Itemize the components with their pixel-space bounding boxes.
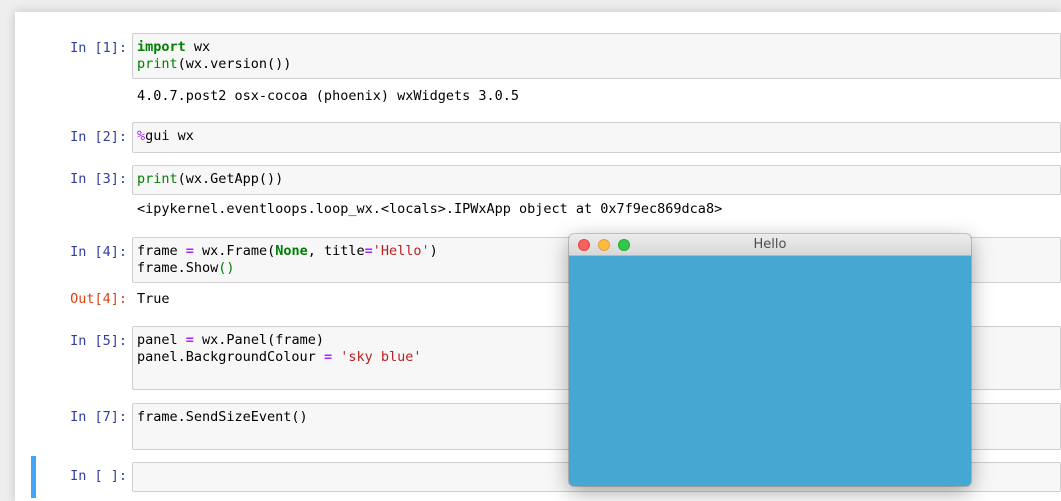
builtin-token: print xyxy=(137,56,178,72)
sky-blue-panel xyxy=(569,256,971,486)
cell-2-code-editor[interactable]: %gui wx xyxy=(132,122,1061,153)
cell-5-input-prompt: In [5]: xyxy=(70,333,127,349)
cell-1-input-prompt: In [1]: xyxy=(70,40,127,56)
operator-token: = xyxy=(364,243,373,259)
cell-4-output-prompt: Out[4]: xyxy=(70,291,127,307)
wx-frame-window[interactable]: Hello xyxy=(569,234,971,486)
close-button[interactable] xyxy=(578,239,590,251)
cell-3-input-prompt: In [3]: xyxy=(70,171,127,187)
operator-token: = xyxy=(323,349,333,365)
cell-3-output: <ipykernel.eventloops.loop_wx.<locals>.I… xyxy=(137,201,723,217)
cell-3-code-editor[interactable]: print(wx.GetApp()) xyxy=(132,165,1061,195)
cell-4-input-prompt: In [4]: xyxy=(70,244,127,260)
empty-cell-input-prompt: In [ ]: xyxy=(70,468,127,484)
minimize-button[interactable] xyxy=(598,239,610,251)
cell-7-input-prompt: In [7]: xyxy=(70,409,127,425)
cell-1-output: 4.0.7.post2 osx-cocoa (phoenix) wxWidget… xyxy=(137,88,520,104)
operator-token: = xyxy=(185,332,194,348)
string-token: 'sky blue' xyxy=(340,349,422,365)
magic-token: % xyxy=(137,128,146,144)
paren-token: () xyxy=(218,260,235,276)
keyword-token: None xyxy=(275,243,308,259)
window-titlebar[interactable]: Hello xyxy=(569,234,971,256)
cell-2-input-prompt: In [2]: xyxy=(70,129,127,145)
string-token: 'Hello' xyxy=(372,243,430,259)
builtin-token: print xyxy=(137,171,178,187)
operator-token: = xyxy=(185,243,194,259)
cell-4-output: True xyxy=(137,291,170,307)
cell-1-code-editor[interactable]: import wx print(wx.version()) xyxy=(132,33,1061,79)
keyword-token: import xyxy=(137,39,186,55)
zoom-button[interactable] xyxy=(618,239,630,251)
